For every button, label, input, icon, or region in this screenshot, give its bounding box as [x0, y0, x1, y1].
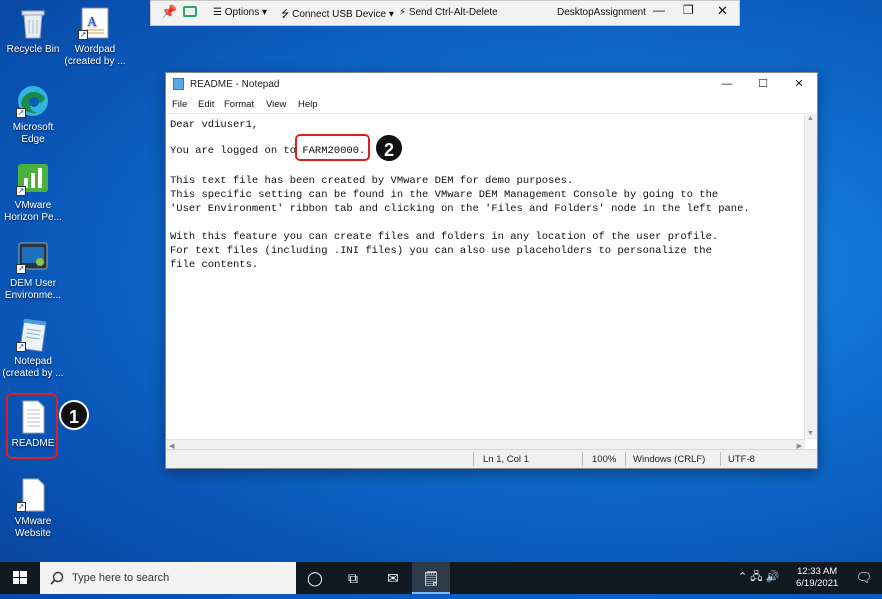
recycle-bin-icon — [16, 6, 50, 40]
horizon-icon: ↗ — [16, 162, 50, 196]
taskbar: Type here to search ◯ ⧉ ✉ 🗒 ⌃ 🖧 🔊 12:33 … — [0, 562, 882, 594]
edge-icon: ↗ — [16, 84, 50, 118]
menu-edit[interactable]: Edit — [198, 99, 214, 110]
maximize-button[interactable]: ☐ — [745, 73, 781, 95]
shortcut-arrow-icon: ↗ — [78, 30, 88, 40]
search-box[interactable]: Type here to search — [40, 562, 296, 594]
desktop-icon-vmware-website[interactable]: ↗ VMware Website — [2, 478, 64, 540]
pin-icon[interactable]: 📌 — [161, 4, 177, 20]
icon-label: VMware Website — [14, 516, 52, 539]
menu-bar: File Edit Format View Help — [166, 97, 817, 113]
shortcut-arrow-icon: ↗ — [16, 186, 26, 196]
notepad-taskbar-icon[interactable]: 🗒 — [412, 562, 450, 594]
mail-icon[interactable]: ✉ — [374, 562, 412, 594]
minimize-icon[interactable]: — — [653, 3, 665, 17]
menu-file[interactable]: File — [172, 99, 187, 110]
shortcut-arrow-icon: ↗ — [16, 502, 26, 512]
options-menu[interactable]: ☰ Options ▾ — [213, 7, 267, 18]
text-line: This text file has been created by VMwar… — [170, 175, 574, 187]
step-badge-1: 1 — [59, 400, 89, 430]
status-divider — [625, 452, 626, 466]
web-file-icon: ↗ — [16, 478, 50, 512]
close-icon[interactable]: ✕ — [717, 3, 728, 19]
horizon-client-toolbar: 📌 ☰ Options ▾ ⭍ Connect USB Device ▾ ⚡ S… — [150, 0, 740, 26]
encoding: UTF-8 — [728, 454, 755, 465]
icon-label: VMware Horizon Pe... — [4, 200, 62, 223]
icon-label: DEM User Environme... — [4, 278, 62, 301]
menu-view[interactable]: View — [266, 99, 286, 110]
cortana-icon[interactable]: ◯ — [296, 562, 334, 594]
text-line: Dear vdiuser1, — [170, 119, 259, 131]
menu-help[interactable]: Help — [298, 99, 318, 110]
icon-label: Recycle Bin — [6, 44, 60, 55]
status-divider — [720, 452, 721, 466]
windows-logo-icon — [13, 571, 27, 584]
shortcut-arrow-icon: ↗ — [16, 264, 26, 274]
clock-time: 12:33 AM — [797, 566, 838, 577]
scroll-down-icon[interactable]: ▼ — [807, 430, 814, 437]
status-divider — [473, 452, 474, 466]
desktop-name: DesktopAssignment — [557, 7, 646, 18]
vertical-scrollbar[interactable]: ▲ ▼ — [804, 113, 817, 439]
start-button[interactable] — [0, 562, 40, 594]
send-cad-label: Send Ctrl-Alt-Delete — [408, 7, 498, 18]
line-ending: Windows (CRLF) — [633, 454, 706, 465]
desktop-icon-edge[interactable]: ↗ Microsoft Edge — [2, 84, 64, 146]
connect-usb-label: Connect USB Device ▾ — [292, 9, 394, 20]
cursor-position: Ln 1, Col 1 — [483, 454, 529, 465]
shortcut-arrow-icon: ↗ — [16, 342, 26, 352]
text-line: This specific setting can be found in th… — [170, 189, 719, 201]
svg-text:A: A — [87, 15, 98, 30]
shortcut-arrow-icon: ↗ — [16, 108, 26, 118]
text-editor[interactable]: Dear vdiuser1, You are logged on to FARM… — [166, 113, 817, 447]
task-view-icon[interactable]: ⧉ — [334, 562, 372, 594]
wordpad-icon: A ↗ — [78, 6, 112, 40]
icon-label: Notepad (created by ... — [2, 356, 64, 379]
text-line: With this feature you can create files a… — [170, 231, 719, 243]
tray-icons[interactable]: ⌃ 🖧 🔊 — [738, 571, 779, 583]
connect-usb-menu[interactable]: ⭍ Connect USB Device ▾ — [281, 7, 394, 24]
close-button[interactable]: ✕ — [781, 73, 817, 95]
status-divider — [582, 452, 583, 466]
notepad-window: README - Notepad — ☐ ✕ File Edit Format … — [165, 72, 818, 469]
desktop-icon-dem[interactable]: ↗ DEM User Environme... — [2, 240, 64, 302]
icon-label: Microsoft Edge — [12, 122, 54, 145]
clock[interactable]: 12:33 AM 6/19/2021 — [796, 566, 838, 590]
clock-date: 6/19/2021 — [796, 578, 839, 589]
icon-label: Wordpad (created by ... — [64, 44, 126, 67]
search-icon — [50, 571, 64, 585]
send-ctrl-alt-delete-button[interactable]: ⚡ Send Ctrl-Alt-Delete — [399, 7, 498, 18]
desktop-icon-horizon[interactable]: ↗ VMware Horizon Pe... — [2, 162, 64, 224]
restore-icon[interactable]: ❐ — [683, 3, 694, 17]
notification-icon[interactable]: 🗨 — [846, 562, 882, 594]
search-placeholder: Type here to search — [72, 572, 170, 584]
text-line: For text files (including .INI files) yo… — [170, 245, 712, 257]
desktop-icon-recycle-bin[interactable]: Recycle Bin — [2, 6, 64, 56]
zoom-level: 100% — [592, 454, 617, 465]
status-bar: Ln 1, Col 1 100% Windows (CRLF) UTF-8 — [166, 449, 817, 468]
dem-icon: ↗ — [16, 240, 50, 274]
notepad-icon: ↗ — [16, 318, 50, 352]
minimize-button[interactable]: — — [709, 73, 745, 95]
farm-highlight-box — [295, 134, 370, 161]
menu-format[interactable]: Format — [224, 99, 254, 110]
scroll-up-icon[interactable]: ▲ — [807, 115, 814, 122]
desktop-icon-wordpad[interactable]: A ↗ Wordpad (created by ... — [64, 6, 126, 68]
options-label: Options ▾ — [224, 7, 268, 18]
desktop-icon-notepad[interactable]: ↗ Notepad (created by ... — [2, 318, 64, 380]
text-line: file contents. — [170, 259, 259, 271]
text-line: 'User Environment' ribbon tab and clicki… — [170, 203, 750, 215]
readme-highlight-box — [6, 393, 58, 459]
title-bar[interactable]: README - Notepad — ☐ ✕ — [166, 73, 817, 95]
notepad-app-icon — [173, 78, 184, 90]
step-badge-2: 2 — [374, 133, 404, 163]
monitor-icon[interactable] — [183, 6, 197, 17]
window-title: README - Notepad — [190, 79, 280, 90]
